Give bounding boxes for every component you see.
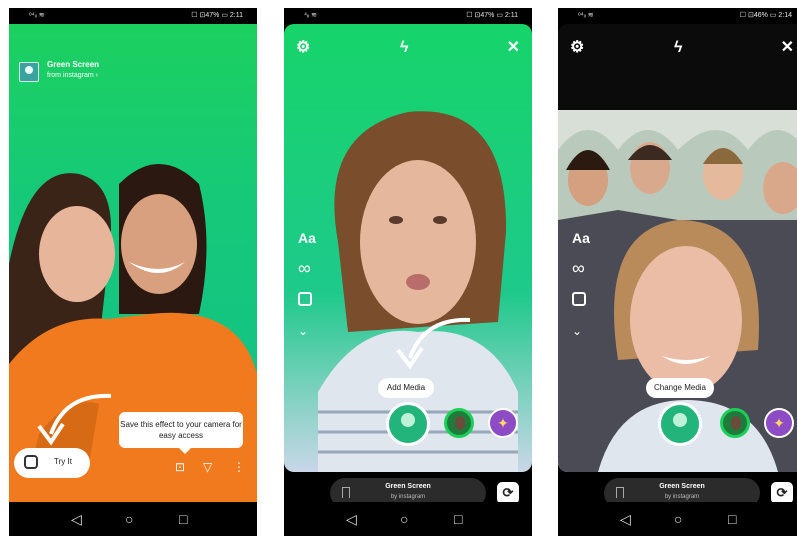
recents-nav-icon[interactable]: □ <box>179 510 187 528</box>
android-nav-bar: ◁ ○ □ <box>9 502 257 536</box>
home-nav-icon[interactable]: ○ <box>400 510 408 528</box>
save-effect-icon[interactable]: ⊡ <box>175 460 185 474</box>
phone-2-add-media: ⁴ᵢᵢ ≋ ☐ ⊡47% ▭ 2:11 ⚙ ϟ ✕ Aa ∞ ⌄ Add Med… <box>284 8 532 536</box>
status-bar: ᵒ⁴ᵢᵢ ≋ ☐ ⊡47% ▭ 2:11 <box>9 8 257 24</box>
back-nav-icon[interactable]: ◁ <box>620 510 631 528</box>
android-nav-bar: ◁ ○ □ <box>558 502 797 536</box>
status-bar: ⁴ᵢᵢ ≋ ☐ ⊡47% ▭ 2:11 <box>284 8 532 24</box>
chevron-down-icon[interactable]: ⌄ <box>298 324 308 338</box>
save-effect-tooltip: Save this effect to your camera for easy… <box>119 412 243 454</box>
send-icon[interactable]: ▽ <box>203 460 212 474</box>
try-it-button[interactable]: Try It <box>14 448 90 478</box>
android-nav-bar: ◁ ○ □ <box>284 502 532 536</box>
effect-subtitle[interactable]: from instagram › <box>47 72 98 79</box>
infinity-icon[interactable]: ∞ <box>298 258 311 279</box>
effect-author: by instagram <box>390 494 426 500</box>
home-nav-icon[interactable]: ○ <box>674 510 682 528</box>
phone-3-change-media: ᵒ⁴ᵢᵢ ≋ ☐ ⊡46% ▭ 2:14 ⚙ ϟ ✕ Aa ∞ ⌄ Change… <box>558 8 797 536</box>
camera-view: ⚙ ϟ ✕ Aa ∞ ⌄ Change Media ✦ <box>558 24 797 472</box>
effect-name: Green Screen <box>659 483 705 490</box>
settings-icon[interactable]: ⚙ <box>570 40 584 56</box>
flip-camera-icon[interactable]: ⟳ <box>497 482 519 504</box>
signal-status: ⁴ᵢᵢ ≋ <box>304 12 318 19</box>
face-effect-thumbnail[interactable] <box>720 408 750 438</box>
battery-time-status: ☐ ⊡46% ▭ 2:14 <box>739 12 792 19</box>
camera-view: ⚙ ϟ ✕ Aa ∞ ⌄ Add Media ✦ <box>284 24 532 472</box>
effect-author: by instagram <box>664 494 700 500</box>
close-icon[interactable]: ✕ <box>507 40 520 56</box>
sparkle-effect-thumbnail[interactable]: ✦ <box>764 408 794 438</box>
media-thumbnail-selected[interactable] <box>386 402 430 446</box>
status-bar: ᵒ⁴ᵢᵢ ≋ ☐ ⊡46% ▭ 2:14 <box>558 8 797 24</box>
layout-icon[interactable] <box>298 292 312 306</box>
effect-header[interactable]: Green Screen from instagram › <box>9 54 257 90</box>
signal-status: ᵒ⁴ᵢᵢ ≋ <box>29 12 45 19</box>
change-media-label: Change Media <box>646 378 714 398</box>
effect-name: Green Screen <box>385 483 431 490</box>
back-nav-icon[interactable]: ◁ <box>71 510 82 528</box>
add-media-label: Add Media <box>378 378 434 398</box>
flip-camera-icon[interactable]: ⟳ <box>771 482 793 504</box>
close-icon[interactable]: ✕ <box>781 40 794 56</box>
sparkle-effect-thumbnail[interactable]: ✦ <box>488 408 518 438</box>
camera-icon <box>24 455 38 469</box>
effect-avatar <box>19 62 39 82</box>
text-tool[interactable]: Aa <box>298 230 316 246</box>
layout-icon[interactable] <box>572 292 586 306</box>
effect-title: Green Screen <box>47 60 100 69</box>
battery-time-status: ☐ ⊡47% ▭ 2:11 <box>466 12 518 19</box>
home-nav-icon[interactable]: ○ <box>125 510 133 528</box>
flash-off-icon[interactable]: ϟ <box>674 40 682 56</box>
more-icon[interactable]: ⋮ <box>233 460 245 474</box>
phone-1-effect-preview: ᵒ⁴ᵢᵢ ≋ ☐ ⊡47% ▭ 2:11 Green Screen from i… <box>9 8 257 536</box>
infinity-icon[interactable]: ∞ <box>572 258 585 279</box>
back-nav-icon[interactable]: ◁ <box>346 510 357 528</box>
recents-nav-icon[interactable]: □ <box>454 510 462 528</box>
chevron-down-icon[interactable]: ⌄ <box>572 324 582 338</box>
signal-status: ᵒ⁴ᵢᵢ ≋ <box>578 12 594 19</box>
swipe-arrow <box>396 317 471 370</box>
battery-time-status: ☐ ⊡47% ▭ 2:11 <box>191 12 243 19</box>
face-effect-thumbnail[interactable] <box>444 408 474 438</box>
flash-off-icon[interactable]: ϟ <box>400 40 408 56</box>
recents-nav-icon[interactable]: □ <box>728 510 736 528</box>
settings-icon[interactable]: ⚙ <box>296 40 310 56</box>
media-thumbnail-selected[interactable] <box>658 402 702 446</box>
swipe-arrow <box>37 393 112 446</box>
text-tool[interactable]: Aa <box>572 230 590 246</box>
try-it-label: Try It <box>54 457 72 466</box>
